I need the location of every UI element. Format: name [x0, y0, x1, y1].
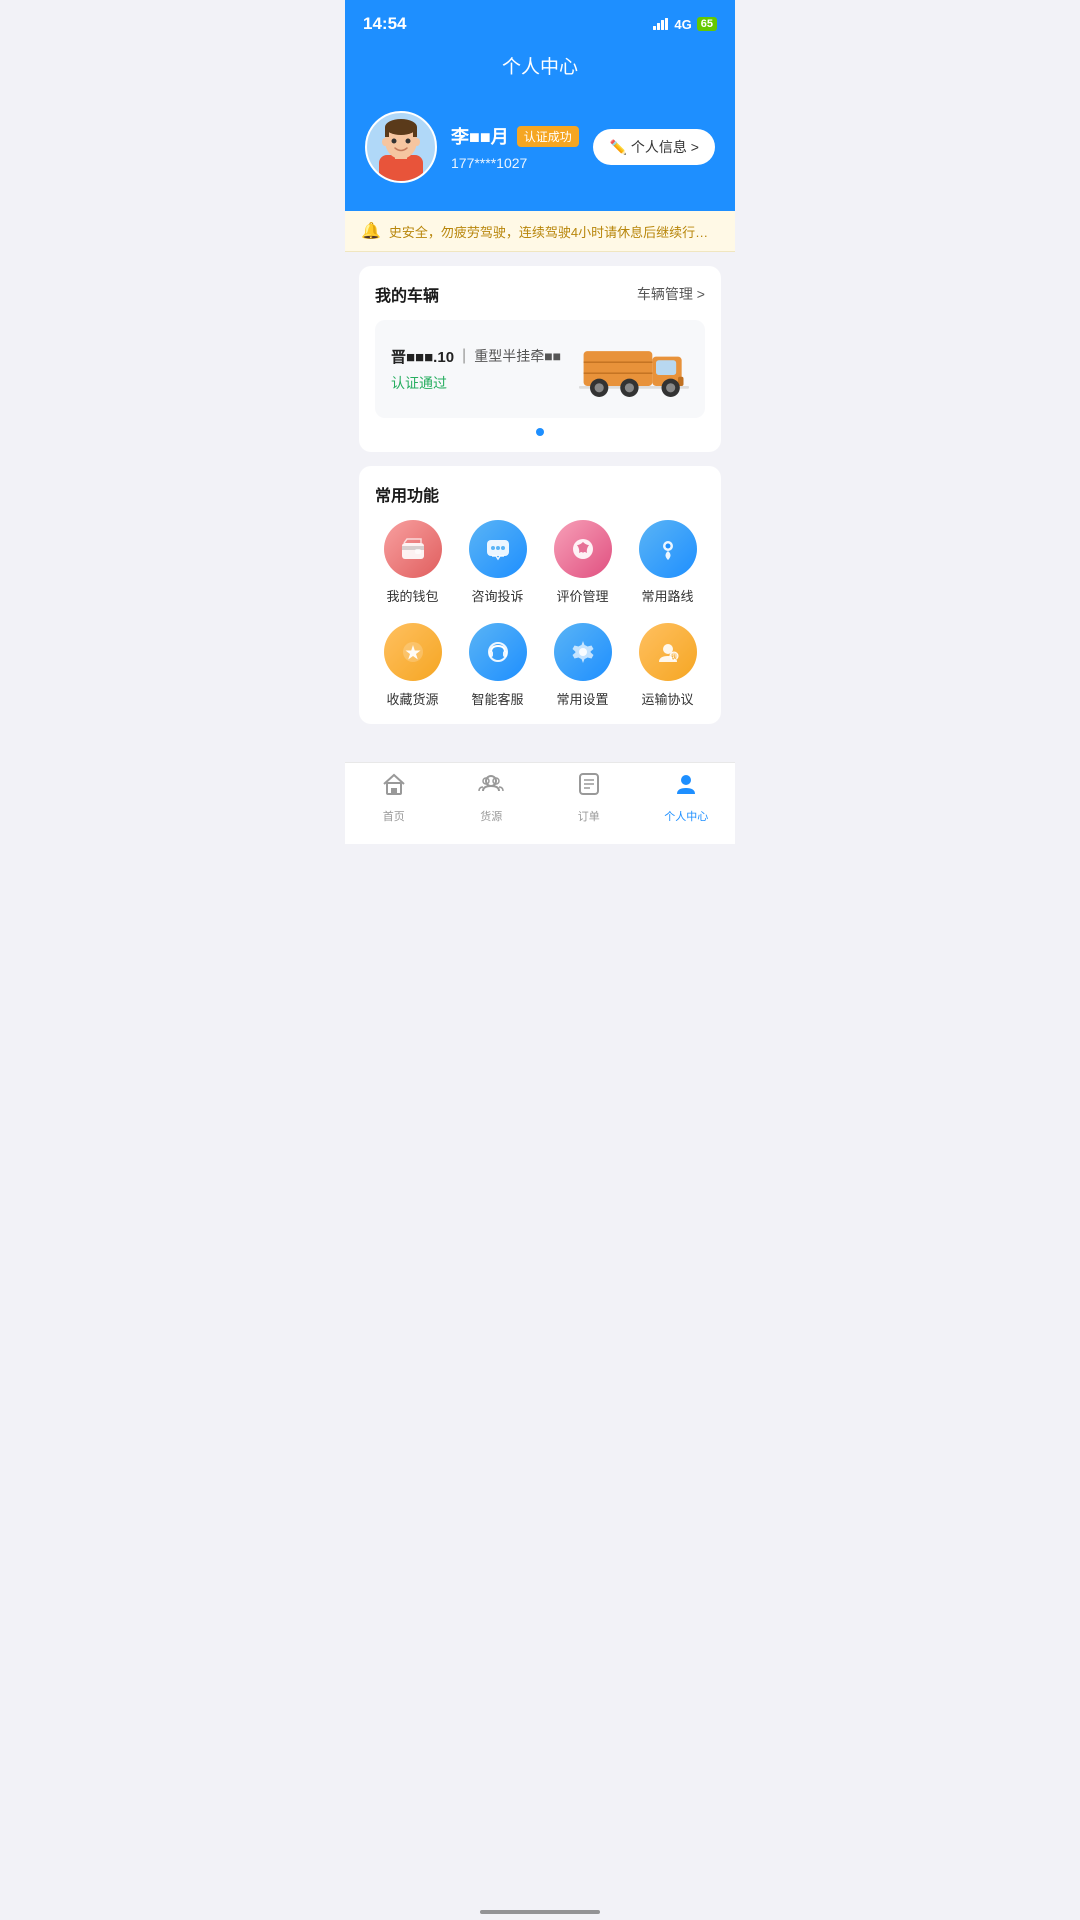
- nav-cargo[interactable]: 货源: [461, 771, 521, 824]
- favorite-label: 收藏货源: [386, 689, 438, 708]
- battery-indicator: 65: [697, 17, 717, 31]
- dot-active: [536, 428, 544, 436]
- route-icon-bg: [639, 520, 697, 578]
- vehicle-section-title: 我的车辆: [375, 282, 439, 306]
- settings-label: 常用设置: [556, 689, 608, 708]
- nav-profile[interactable]: 个人中心: [656, 771, 716, 824]
- function-wallet[interactable]: 我的钱包: [375, 520, 450, 605]
- bottom-nav: 首页 货源 订单: [345, 762, 735, 844]
- wallet-icon: [399, 535, 427, 563]
- edit-icon: ✏️: [609, 139, 626, 156]
- notice-bar: 🔔 史安全，勿疲劳驾驶，连续驾驶4小时请休息后继续行驶。: [345, 211, 735, 252]
- functions-card: 常用功能 我的钱包: [359, 466, 721, 724]
- route-icon: [654, 535, 682, 563]
- vehicle-info: 晋■■■.10 | 重型半挂牵■■ 认证通过: [391, 346, 561, 393]
- profile-name: 李■■月: [451, 123, 509, 149]
- dot-indicator: [375, 428, 705, 436]
- vehicle-plate: 晋■■■.10: [391, 346, 454, 367]
- function-complaint[interactable]: 咨询投诉: [460, 520, 535, 605]
- function-route[interactable]: 常用路线: [630, 520, 705, 605]
- status-bar: 14:54 4G 65: [345, 0, 735, 44]
- vehicle-item[interactable]: 晋■■■.10 | 重型半挂牵■■ 认证通过: [375, 320, 705, 418]
- profile-nav-icon: [673, 771, 699, 804]
- vehicle-plate-row: 晋■■■.10 | 重型半挂牵■■: [391, 346, 561, 367]
- profile-info: 李■■月 认证成功 177****1027: [451, 123, 579, 171]
- vehicle-card: 我的车辆 车辆管理 > 晋■■■.10 | 重型半挂牵■■ 认证通过: [359, 266, 721, 452]
- network-type: 4G: [674, 17, 691, 32]
- vehicle-manage-link[interactable]: 车辆管理 >: [637, 284, 705, 304]
- functions-section-title: 常用功能: [375, 482, 439, 506]
- agreement-icon: 认: [654, 638, 682, 666]
- notice-text: 史安全，勿疲劳驾驶，连续驾驶4小时请休息后继续行驶。: [389, 222, 719, 241]
- orders-icon: [576, 771, 602, 804]
- function-agreement[interactable]: 认 运输协议: [630, 623, 705, 708]
- vehicle-separator: |: [462, 347, 466, 365]
- nav-orders[interactable]: 订单: [559, 771, 619, 824]
- profile-section: 李■■月 认证成功 177****1027 ✏️ 个人信息 >: [345, 97, 735, 211]
- profile-left: 李■■月 认证成功 177****1027: [365, 111, 579, 183]
- functions-card-header: 常用功能: [375, 482, 705, 506]
- nav-cargo-label: 货源: [480, 808, 502, 824]
- cargo-icon: [478, 771, 504, 804]
- functions-grid: 我的钱包 咨询投诉 评价管理: [375, 520, 705, 708]
- service-label: 智能客服: [471, 689, 523, 708]
- signal-icon: [653, 18, 669, 30]
- vehicle-type: 重型半挂牵■■: [474, 346, 561, 366]
- function-favorite[interactable]: 收藏货源: [375, 623, 450, 708]
- complaint-label: 咨询投诉: [471, 586, 523, 605]
- vehicle-card-header: 我的车辆 车辆管理 >: [375, 282, 705, 306]
- function-settings[interactable]: 常用设置: [545, 623, 620, 708]
- nav-home[interactable]: 首页: [364, 771, 424, 824]
- agreement-label: 运输协议: [641, 689, 693, 708]
- status-icons: 4G 65: [653, 17, 717, 32]
- home-icon: [381, 771, 407, 804]
- nav-orders-label: 订单: [578, 808, 600, 824]
- page-title: 个人中心: [502, 57, 578, 78]
- route-label: 常用路线: [641, 586, 693, 605]
- complaint-icon-bg: [469, 520, 527, 578]
- function-review[interactable]: 评价管理: [545, 520, 620, 605]
- settings-icon-bg: [554, 623, 612, 681]
- page-header: 个人中心: [345, 44, 735, 97]
- profile-phone: 177****1027: [451, 155, 579, 171]
- wallet-icon-bg: [384, 520, 442, 578]
- edit-profile-button[interactable]: ✏️ 个人信息 >: [593, 129, 715, 165]
- favorite-icon-bg: [384, 623, 442, 681]
- nav-home-label: 首页: [383, 808, 405, 824]
- edit-profile-label: 个人信息 >: [631, 137, 699, 157]
- vehicle-status: 认证通过: [391, 373, 561, 393]
- agreement-icon-bg: 认: [639, 623, 697, 681]
- home-indicator: [480, 1910, 600, 1914]
- profile-name-row: 李■■月 认证成功: [451, 123, 579, 149]
- review-icon-bg: [554, 520, 612, 578]
- avatar-illustration: [369, 113, 433, 181]
- review-label: 评价管理: [556, 586, 608, 605]
- status-time: 14:54: [363, 14, 406, 34]
- complaint-icon: [484, 535, 512, 563]
- review-icon: [569, 535, 597, 563]
- function-service[interactable]: 智能客服: [460, 623, 535, 708]
- avatar: [365, 111, 437, 183]
- notice-icon: 🔔: [361, 221, 381, 241]
- settings-icon: [569, 638, 597, 666]
- cert-badge: 认证成功: [517, 126, 579, 147]
- service-icon-bg: [469, 623, 527, 681]
- nav-profile-label: 个人中心: [664, 808, 708, 824]
- favorite-icon: [399, 638, 427, 666]
- wallet-label: 我的钱包: [386, 586, 438, 605]
- vehicle-illustration: [579, 334, 689, 404]
- service-icon: [484, 638, 512, 666]
